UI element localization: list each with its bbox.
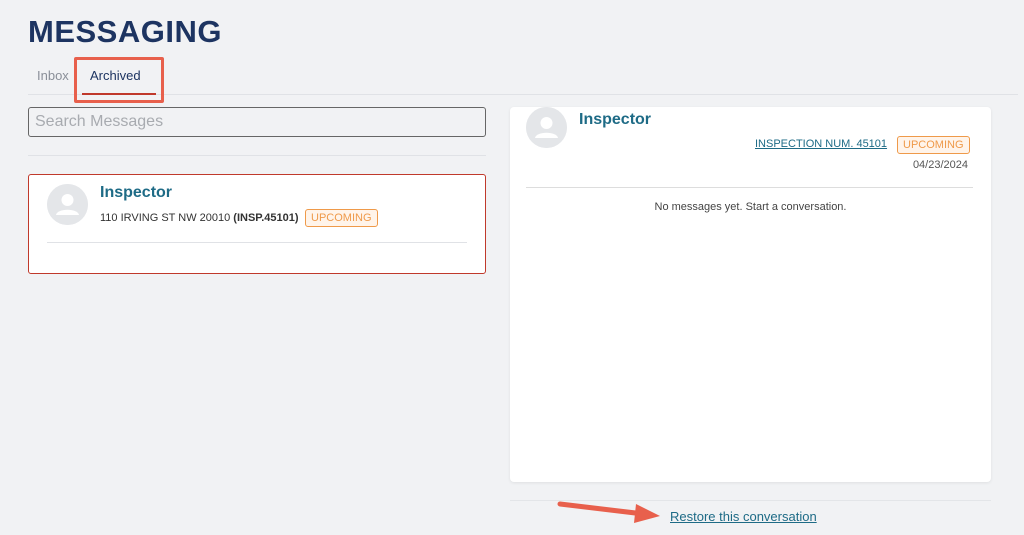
user-icon	[47, 184, 88, 225]
inspection-number: (INSP.45101)	[233, 212, 299, 224]
search-input[interactable]	[28, 107, 486, 137]
divider	[526, 187, 973, 188]
restore-conversation-link[interactable]: Restore this conversation	[670, 509, 817, 524]
page-title: MESSAGING	[28, 14, 222, 49]
conversation-name: Inspector	[100, 184, 173, 201]
tab-bar: Inbox Archived	[28, 60, 1018, 95]
conversation-card[interactable]: Inspector 110 IRVING ST NW 20010 (INSP.4…	[28, 174, 486, 274]
empty-state-message: No messages yet. Start a conversation.	[654, 201, 847, 213]
divider	[28, 155, 486, 156]
conversation-detail-panel: Inspector INSPECTION NUM. 45101 UPCOMING…	[510, 107, 991, 482]
status-badge: UPCOMING	[897, 136, 970, 154]
status-badge: UPCOMING	[305, 209, 378, 227]
divider	[47, 242, 467, 243]
annotation-arrow-icon	[557, 501, 660, 523]
annotation-highlight-box	[74, 57, 164, 103]
detail-name: Inspector	[579, 111, 652, 128]
user-icon	[526, 107, 567, 148]
inspection-date: 04/23/2024	[912, 159, 968, 171]
conversation-address: 110 IRVING ST NW 20010 (INSP.45101)	[100, 212, 299, 224]
inspection-link[interactable]: INSPECTION NUM. 45101	[755, 138, 887, 150]
address-text: 110 IRVING ST NW 20010	[100, 212, 231, 224]
tab-inbox[interactable]: Inbox	[37, 68, 69, 83]
